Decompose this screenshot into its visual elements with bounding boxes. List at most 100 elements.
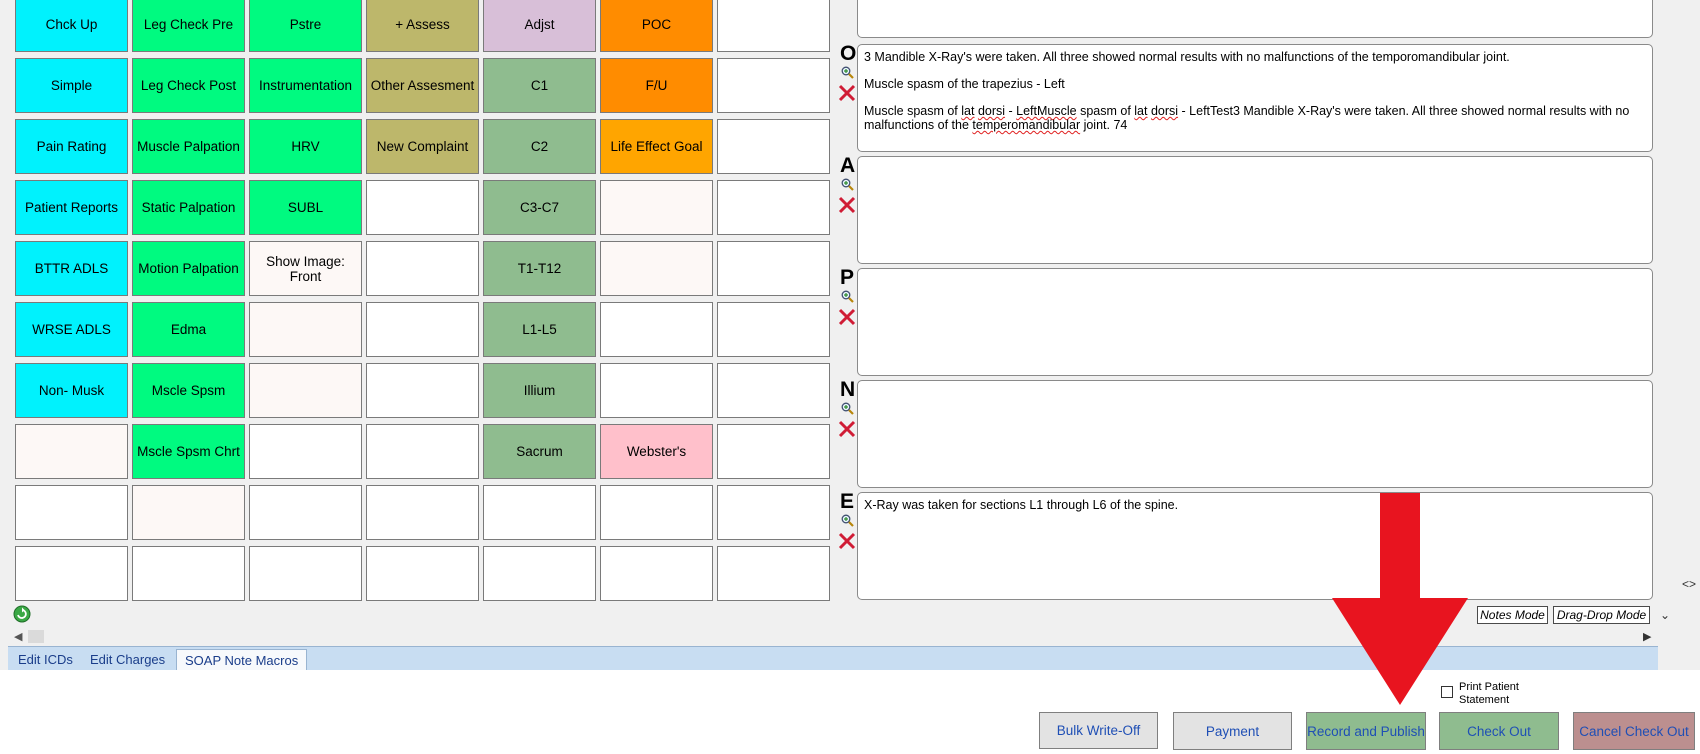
macro-button-empty[interactable] — [132, 485, 245, 540]
macro-button[interactable]: Illium — [483, 363, 596, 418]
macro-button-empty[interactable] — [717, 119, 830, 174]
notes-mode-button[interactable]: Notes Mode — [1477, 606, 1548, 624]
macro-button-empty[interactable] — [717, 363, 830, 418]
macro-button-empty[interactable] — [717, 424, 830, 479]
macro-button-empty[interactable] — [366, 180, 479, 235]
macro-button-empty[interactable] — [15, 424, 128, 479]
soap-a-box[interactable] — [857, 156, 1653, 264]
scroll-down-icon[interactable]: ⌄ — [1660, 608, 1670, 622]
horizontal-scroll-thumb[interactable] — [28, 630, 44, 643]
macro-button[interactable]: Mscle Spsm Chrt — [132, 424, 245, 479]
macro-button[interactable]: C1 — [483, 58, 596, 113]
macro-button-empty[interactable] — [717, 241, 830, 296]
macro-button-empty[interactable] — [249, 363, 362, 418]
macro-button[interactable]: F/U — [600, 58, 713, 113]
macro-button[interactable]: POC — [600, 0, 713, 52]
macro-button[interactable]: BTTR ADLS — [15, 241, 128, 296]
soap-n-box[interactable] — [857, 380, 1653, 488]
scroll-right-icon[interactable]: ▶ — [1643, 630, 1651, 643]
macro-button-empty[interactable] — [132, 546, 245, 601]
macro-button[interactable]: Leg Check Pre — [132, 0, 245, 52]
delete-icon[interactable] — [837, 83, 857, 103]
macro-button-empty[interactable] — [600, 546, 713, 601]
delete-icon[interactable] — [837, 307, 857, 327]
macro-button[interactable]: Edma — [132, 302, 245, 357]
zoom-icon[interactable] — [841, 66, 854, 79]
drag-drop-mode-button[interactable]: Drag-Drop Mode — [1553, 606, 1650, 624]
macro-button-empty[interactable] — [366, 485, 479, 540]
scroll-left-icon[interactable]: ◀ — [14, 630, 22, 643]
macro-button-empty[interactable] — [483, 546, 596, 601]
macro-button[interactable]: Static Palpation — [132, 180, 245, 235]
soap-p-box[interactable] — [857, 268, 1653, 376]
macro-button[interactable]: Pstre — [249, 0, 362, 52]
macro-button-empty[interactable] — [366, 424, 479, 479]
macro-button-empty[interactable] — [15, 485, 128, 540]
macro-button[interactable]: Patient Reports — [15, 180, 128, 235]
macro-button[interactable]: WRSE ADLS — [15, 302, 128, 357]
macro-button-empty[interactable] — [717, 0, 830, 52]
macro-button[interactable]: C2 — [483, 119, 596, 174]
macro-button-empty[interactable] — [366, 546, 479, 601]
macro-button[interactable]: T1-T12 — [483, 241, 596, 296]
macro-button-empty[interactable] — [366, 363, 479, 418]
macro-button[interactable]: Instrumentation — [249, 58, 362, 113]
tab-soap-note-macros[interactable]: SOAP Note Macros — [176, 649, 308, 671]
tab-edit-icds[interactable]: Edit ICDs — [10, 649, 81, 670]
record-and-publish-button[interactable]: Record and Publish — [1306, 712, 1426, 750]
macro-button[interactable]: Adjst — [483, 0, 596, 52]
macro-button-empty[interactable] — [249, 546, 362, 601]
macro-button-empty[interactable] — [600, 180, 713, 235]
macro-button[interactable]: Chck Up — [15, 0, 128, 52]
macro-button[interactable]: Simple — [15, 58, 128, 113]
macro-button[interactable]: Webster's — [600, 424, 713, 479]
scroll-left-right-icon[interactable]: <> — [1682, 577, 1696, 591]
delete-icon[interactable] — [837, 419, 857, 439]
zoom-icon[interactable] — [841, 290, 854, 303]
macro-button-empty[interactable] — [249, 424, 362, 479]
delete-icon[interactable] — [837, 531, 857, 551]
macro-button-empty[interactable] — [366, 241, 479, 296]
macro-button[interactable]: Sacrum — [483, 424, 596, 479]
macro-button-empty[interactable] — [717, 302, 830, 357]
macro-button-empty[interactable] — [600, 302, 713, 357]
macro-button[interactable]: Non- Musk — [15, 363, 128, 418]
soap-e-box[interactable]: X-Ray was taken for sections L1 through … — [857, 492, 1653, 600]
zoom-icon[interactable] — [841, 514, 854, 527]
delete-icon[interactable] — [837, 195, 857, 215]
macro-button-empty[interactable] — [717, 485, 830, 540]
macro-button-empty[interactable] — [600, 241, 713, 296]
macro-button-empty[interactable] — [717, 546, 830, 601]
macro-button-empty[interactable] — [600, 363, 713, 418]
macro-button[interactable]: C3-C7 — [483, 180, 596, 235]
macro-button[interactable]: Pain Rating — [15, 119, 128, 174]
macro-button[interactable]: New Complaint — [366, 119, 479, 174]
macro-button[interactable]: Mscle Spsm — [132, 363, 245, 418]
macro-button[interactable]: Motion Palpation — [132, 241, 245, 296]
zoom-icon[interactable] — [841, 402, 854, 415]
macro-button-empty[interactable] — [600, 485, 713, 540]
macro-button[interactable]: L1-L5 — [483, 302, 596, 357]
bulk-write-off-button[interactable]: Bulk Write-Off — [1039, 712, 1158, 749]
check-out-button[interactable]: Check Out — [1439, 712, 1559, 750]
macro-button[interactable]: Other Assesment — [366, 58, 479, 113]
payment-button[interactable]: Payment — [1173, 712, 1292, 750]
macro-button-empty[interactable] — [717, 180, 830, 235]
macro-button-empty[interactable] — [249, 302, 362, 357]
macro-button-empty[interactable] — [249, 485, 362, 540]
macro-button-empty[interactable] — [717, 58, 830, 113]
macro-button[interactable]: Muscle Palpation — [132, 119, 245, 174]
macro-button[interactable]: HRV — [249, 119, 362, 174]
macro-button-empty[interactable] — [483, 485, 596, 540]
soap-o-box[interactable]: 3 Mandible X-Ray's were taken. All three… — [857, 44, 1653, 152]
macro-button[interactable]: SUBL — [249, 180, 362, 235]
macro-button[interactable]: Leg Check Post — [132, 58, 245, 113]
refresh-icon[interactable] — [13, 605, 31, 623]
macro-button[interactable]: + Assess — [366, 0, 479, 52]
macro-button-empty[interactable] — [366, 302, 479, 357]
cancel-check-out-button[interactable]: Cancel Check Out — [1573, 712, 1695, 750]
macro-button-empty[interactable] — [15, 546, 128, 601]
soap-s-box[interactable] — [857, 0, 1653, 38]
macro-button[interactable]: Life Effect Goal — [600, 119, 713, 174]
macro-button[interactable]: Show Image: Front — [249, 241, 362, 296]
